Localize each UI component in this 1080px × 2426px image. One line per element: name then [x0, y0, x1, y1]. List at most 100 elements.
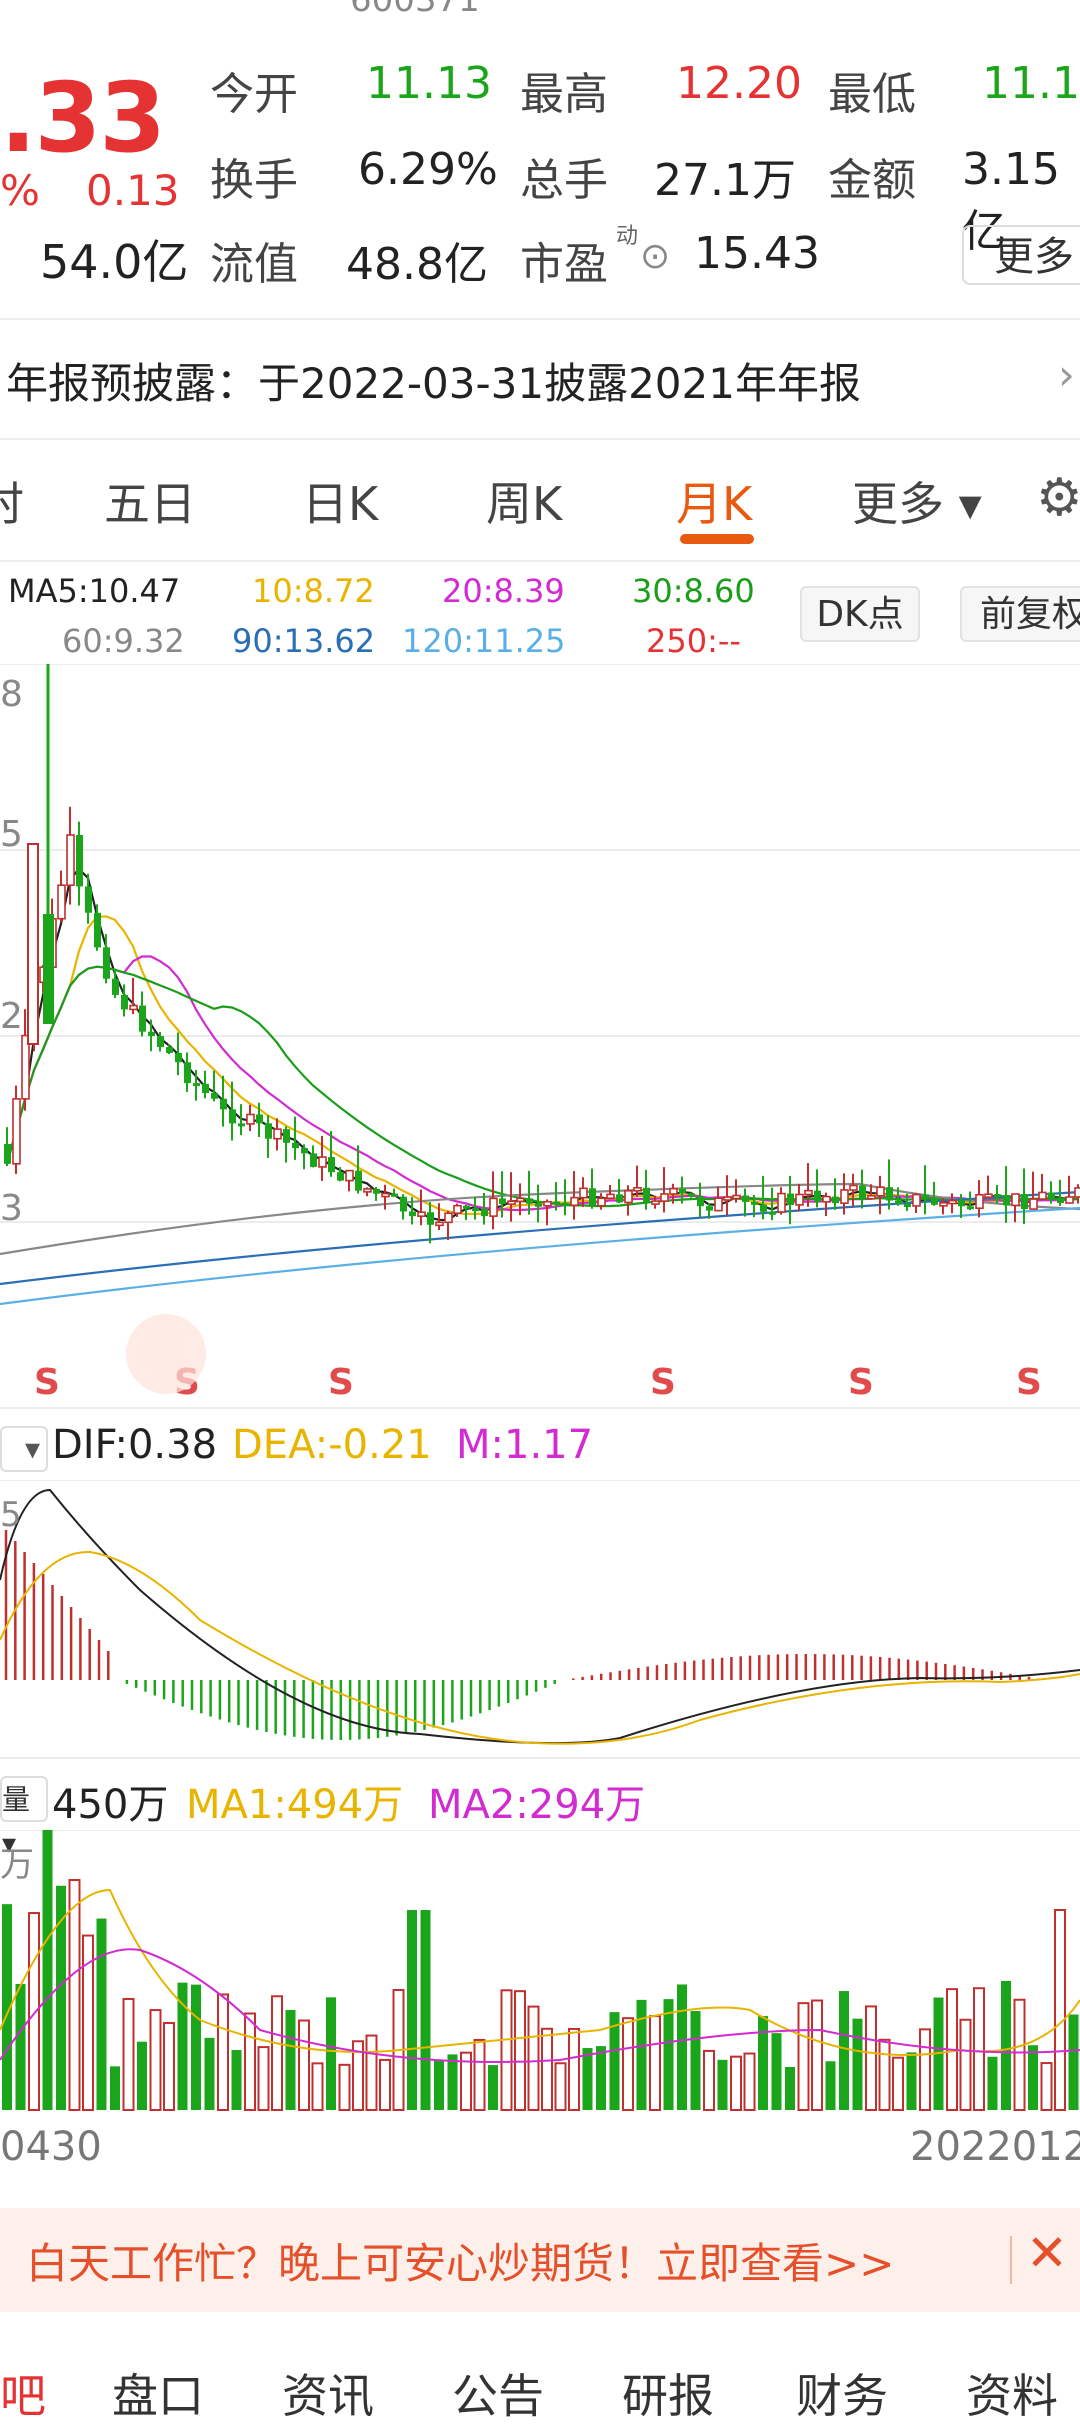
- candle: [193, 1083, 200, 1087]
- kline-signals: SSSSSS: [34, 1314, 1042, 1403]
- more-quote-button[interactable]: 更多: [962, 225, 1080, 285]
- candle: [417, 1211, 426, 1217]
- candle: [328, 1157, 335, 1173]
- tab-more[interactable]: 更多 ▾: [852, 468, 982, 534]
- tab-intraday[interactable]: 时: [0, 468, 24, 534]
- candle: [553, 1201, 560, 1205]
- candle: [1057, 1197, 1064, 1204]
- change-value: 0.13: [86, 166, 180, 215]
- nav-forum[interactable]: 吧: [0, 2360, 46, 2426]
- ma10-label: 10:8.72: [252, 572, 375, 610]
- volume-bar: [717, 2059, 728, 2110]
- candle: [967, 1206, 974, 1210]
- candle: [535, 1203, 542, 1207]
- tab-weekly-k[interactable]: 周K: [486, 468, 562, 534]
- candle: [85, 886, 92, 913]
- volume-bar: [636, 1999, 647, 2110]
- candle: [616, 1194, 623, 1203]
- forward-adjust-button[interactable]: 前复权: [960, 586, 1080, 642]
- candle: [1029, 1198, 1038, 1210]
- candle: [453, 1204, 462, 1214]
- volume-bar: [785, 2067, 795, 2110]
- volume-label: 总手: [520, 155, 608, 206]
- candle: [643, 1187, 650, 1202]
- candle: [669, 1187, 678, 1195]
- ma120-label: 120:11.25: [402, 622, 566, 660]
- tab-monthly-k[interactable]: 月K: [676, 468, 752, 534]
- macd-indicator-dropdown[interactable]: ▾: [0, 1426, 48, 1472]
- volume-bar: [257, 2046, 270, 2112]
- volume-chart[interactable]: 万: [0, 1830, 1080, 2120]
- candle: [265, 1123, 272, 1139]
- nav-profile[interactable]: 资料: [966, 2360, 1058, 2426]
- tab-daily-k[interactable]: 日K: [302, 468, 378, 534]
- volume-bar: [919, 2028, 931, 2111]
- volume-bar: [677, 1984, 687, 2110]
- macd-dif: DIF:0.38: [52, 1422, 218, 1468]
- close-icon[interactable]: ✕: [1026, 2224, 1068, 2282]
- candle: [714, 1197, 723, 1212]
- volume-bar: [298, 2019, 310, 2111]
- macd-chart[interactable]: 5: [0, 1480, 1080, 1760]
- candle: [795, 1193, 804, 1206]
- float-cap-label: 流值: [210, 239, 298, 290]
- candle: [427, 1212, 434, 1225]
- volume-bar: [379, 2058, 391, 2112]
- open-label: 今开: [210, 69, 298, 120]
- macd-m: M:1.17: [456, 1422, 594, 1468]
- volume-bar: [96, 1918, 107, 2110]
- nav-order-book[interactable]: 盘口: [112, 2360, 204, 2426]
- volume-bar: [987, 2056, 998, 2110]
- candle: [1021, 1193, 1028, 1210]
- nav-finance[interactable]: 财务: [796, 2360, 888, 2426]
- nav-announcements[interactable]: 公告: [452, 2360, 544, 2426]
- candle: [832, 1196, 839, 1204]
- volume-bar: [473, 2038, 486, 2111]
- volume-bar: [852, 2018, 863, 2110]
- volume-bar: [500, 1989, 513, 2112]
- ad-text[interactable]: 白天工作忙？晚上可安心炒期货！立即查看>>: [26, 2230, 894, 2291]
- candle: [202, 1083, 209, 1094]
- volume-bar: [878, 2038, 891, 2112]
- candle: [175, 1053, 182, 1063]
- volume-bar: [122, 1997, 135, 2112]
- volume-bar: [311, 2062, 324, 2111]
- annual-report-notice[interactable]: 年报预披露：于2022-03-31披露2021年年报: [6, 350, 861, 411]
- info-icon[interactable]: ⊙: [640, 236, 670, 277]
- start-date-label: 0430: [0, 2124, 102, 2170]
- candle: [723, 1196, 732, 1201]
- volume-bar: [973, 1987, 985, 2111]
- candle: [94, 912, 101, 948]
- turnover-value: 6.29%: [358, 144, 498, 195]
- volume-bar: [149, 2009, 162, 2111]
- ma5-line: [5, 867, 1079, 1222]
- ma60-label: 60:9.32: [62, 622, 185, 660]
- candle: [886, 1187, 893, 1201]
- volume-bar: [743, 2052, 756, 2111]
- candle: [318, 1156, 327, 1168]
- active-tab-indicator: [680, 534, 754, 544]
- sell-signal: S: [34, 1362, 60, 1403]
- volume-bar: [217, 1993, 229, 2112]
- candle: [139, 1005, 146, 1032]
- candle: [489, 1197, 498, 1217]
- candle: [400, 1196, 407, 1212]
- dk-point-button[interactable]: DK点: [800, 586, 920, 642]
- candle: [769, 1211, 776, 1215]
- volume-bar: [568, 2027, 580, 2112]
- candle: [984, 1193, 993, 1199]
- chevron-right-icon[interactable]: ›: [1058, 350, 1075, 399]
- nav-research[interactable]: 研报: [622, 2360, 714, 2426]
- candle: [975, 1193, 984, 1210]
- candle: [381, 1192, 390, 1198]
- candle: [499, 1198, 506, 1204]
- gear-icon[interactable]: ⚙: [1036, 468, 1080, 528]
- kline-chart[interactable]: SSSSSS 8 5 2 3: [0, 664, 1080, 1414]
- tab-five-day[interactable]: 五日: [104, 468, 196, 534]
- volume-bar: [1013, 1998, 1026, 2111]
- candle: [958, 1200, 965, 1207]
- candle: [922, 1194, 929, 1199]
- volume-bar: [811, 1999, 823, 2112]
- volume-indicator-dropdown[interactable]: 量 ▾: [0, 1776, 48, 1860]
- nav-news[interactable]: 资讯: [282, 2360, 374, 2426]
